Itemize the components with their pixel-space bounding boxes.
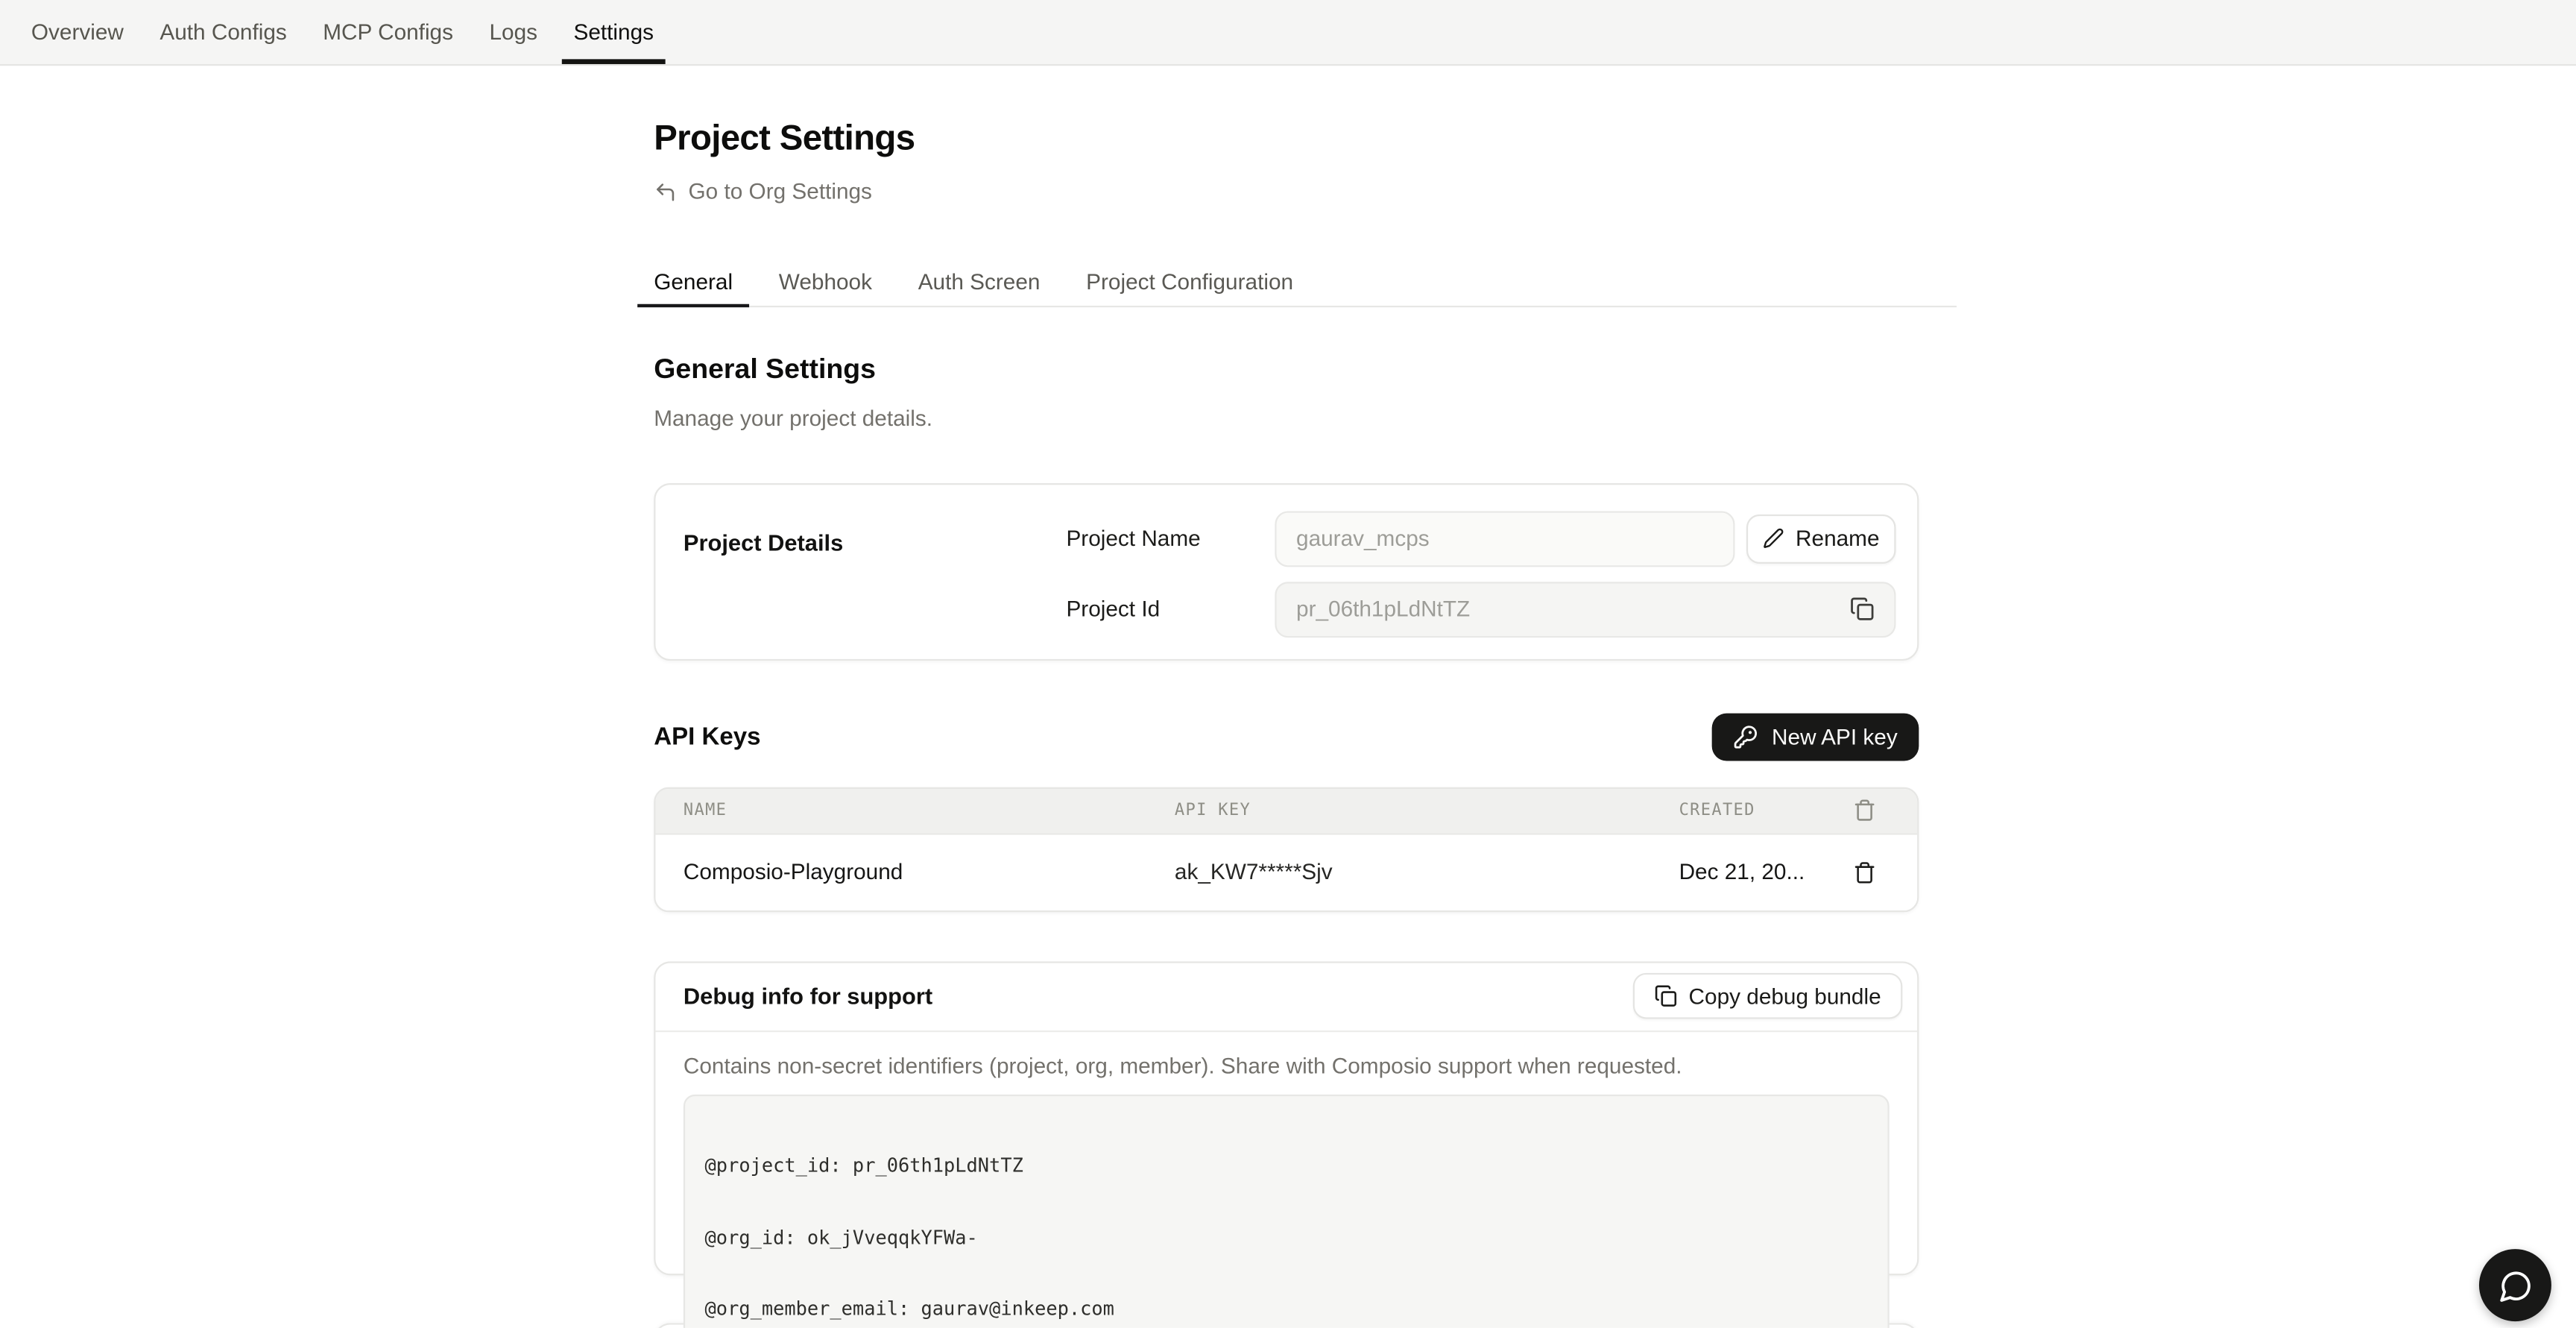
tab-project-configuration[interactable]: Project Configuration <box>1070 259 1310 305</box>
debug-card-title: Debug info for support <box>684 983 932 1009</box>
api-keys-heading: API Keys <box>654 723 760 750</box>
project-id-field: pr_06th1pLdNtTZ <box>1275 581 1895 637</box>
column-header-created: CREATED <box>1679 801 1829 819</box>
project-settings-page: Overview Auth Configs MCP Configs Logs S… <box>0 0 2576 1328</box>
rename-label: Rename <box>1796 526 1879 550</box>
chat-widget-button[interactable] <box>2479 1249 2551 1321</box>
copy-debug-bundle-button[interactable]: Copy debug bundle <box>1633 973 1903 1019</box>
nav-item-settings[interactable]: Settings <box>555 0 672 64</box>
trash-icon <box>1853 860 1876 884</box>
table-row: Composio-Playground ak_KW7*****Sjv Dec 2… <box>655 834 1917 910</box>
general-settings-subtitle: Manage your project details. <box>654 405 1919 429</box>
copy-debug-bundle-label: Copy debug bundle <box>1689 984 1881 1008</box>
api-key-value: ak_KW7*****Sjv <box>1175 860 1679 884</box>
go-to-org-settings-label: Go to Org Settings <box>689 179 872 204</box>
code-line: @org_member_email: gaurav@inkeep.com <box>705 1296 1868 1320</box>
pencil-icon <box>1763 528 1784 550</box>
settings-tabs: General Webhook Auth Screen Project Conf… <box>637 259 1957 306</box>
nav-item-overview[interactable]: Overview <box>13 0 142 64</box>
nav-item-mcp-configs[interactable]: MCP Configs <box>305 0 471 64</box>
api-key-name: Composio-Playground <box>684 860 1175 884</box>
api-key-created: Dec 21, 20... <box>1679 860 1829 884</box>
nav-item-auth-configs[interactable]: Auth Configs <box>142 0 305 64</box>
api-keys-table: NAME API KEY CREATED Composio-Playground… <box>654 787 1919 912</box>
copy-icon <box>1850 597 1875 621</box>
delete-api-key-button[interactable] <box>1850 857 1880 887</box>
corner-up-left-icon <box>654 180 677 203</box>
project-name-label: Project Name <box>1066 525 1200 550</box>
debug-code-block: @project_id: pr_06th1pLdNtTZ @org_id: ok… <box>684 1094 1890 1328</box>
main-content: Project Settings Go to Org Settings Gene… <box>654 116 1919 1327</box>
code-line: @org_id: ok_jVveqqkYFWa- <box>705 1225 1868 1249</box>
general-settings-heading: General Settings <box>654 353 1919 386</box>
top-nav: Overview Auth Configs MCP Configs Logs S… <box>0 0 2576 66</box>
code-line: @project_id: pr_06th1pLdNtTZ <box>705 1154 1868 1178</box>
project-name-input[interactable] <box>1275 510 1734 566</box>
column-header-name: NAME <box>684 801 1175 819</box>
project-id-label: Project Id <box>1066 596 1160 620</box>
copy-icon <box>1654 984 1677 1007</box>
go-to-org-settings-link[interactable]: Go to Org Settings <box>654 179 872 204</box>
new-api-key-label: New API key <box>1772 724 1898 749</box>
debug-card-header: Debug info for support Copy debug bundle <box>655 962 1917 1031</box>
nav-item-logs[interactable]: Logs <box>471 0 555 64</box>
chat-bubble-icon <box>2498 1268 2532 1302</box>
tab-auth-screen[interactable]: Auth Screen <box>902 259 1057 305</box>
key-icon <box>1734 724 1758 749</box>
copy-project-id-button[interactable] <box>1850 597 1875 621</box>
project-details-card: Project Details Project Name Rename Proj… <box>654 482 1919 660</box>
column-header-api-key: API KEY <box>1175 801 1679 819</box>
tab-general[interactable]: General <box>637 259 749 305</box>
api-keys-table-header: NAME API KEY CREATED <box>655 788 1917 834</box>
new-api-key-button[interactable]: New API key <box>1713 712 1919 760</box>
debug-description: Contains non-secret identifiers (project… <box>684 1053 1890 1077</box>
rename-button[interactable]: Rename <box>1746 514 1896 563</box>
page-title: Project Settings <box>654 116 1919 159</box>
tab-webhook[interactable]: Webhook <box>763 259 888 305</box>
trash-icon <box>1853 799 1876 822</box>
debug-info-card: Debug info for support Copy debug bundle… <box>654 960 1919 1274</box>
project-details-title: Project Details <box>684 529 843 555</box>
project-id-value: pr_06th1pLdNtTZ <box>1296 597 1470 621</box>
api-keys-header-row: API Keys New API key <box>654 712 1919 760</box>
